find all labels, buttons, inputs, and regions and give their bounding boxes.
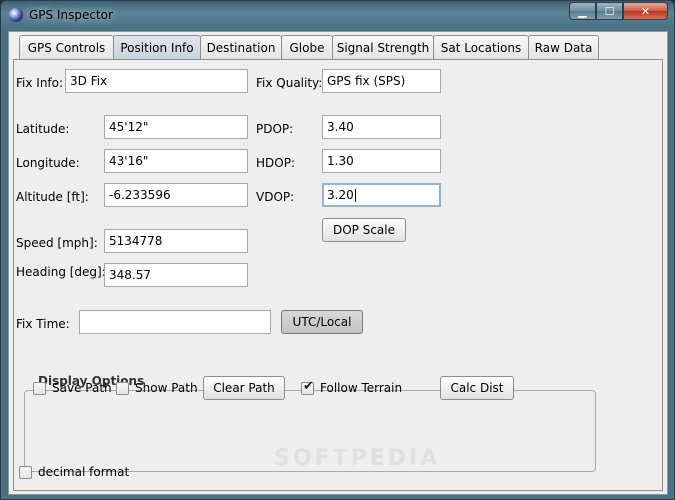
globe-icon (9, 8, 23, 22)
maximize-button[interactable]: ☐ (596, 2, 623, 20)
tab-globe[interactable]: Globe (281, 35, 333, 59)
pdop-field[interactable]: 3.40 (322, 115, 441, 139)
client-area: GPS Controls Position Info Destination G… (8, 31, 668, 495)
heading-field[interactable]: 348.57 (104, 263, 248, 287)
altitude-label: Altitude [ft]: (16, 190, 89, 204)
tab-position-info[interactable]: Position Info (113, 35, 201, 59)
follow-terrain-label[interactable]: Follow Terrain (320, 381, 402, 395)
follow-terrain-checkbox[interactable]: ✔ (301, 379, 314, 395)
window-title: GPS Inspector (29, 8, 113, 22)
heading-label: Heading [deg]: (16, 265, 106, 279)
vdop-field[interactable]: 3.20 (322, 183, 441, 207)
latitude-field[interactable]: 45'12" (104, 115, 248, 139)
tab-sat-locations[interactable]: Sat Locations (433, 35, 529, 59)
speed-label: Speed [mph]: (16, 236, 98, 250)
tab-gps-controls[interactable]: GPS Controls (19, 35, 114, 59)
decimal-format-checkbox[interactable] (19, 466, 32, 479)
minimize-icon: ▁ (578, 4, 587, 18)
clear-path-button[interactable]: Clear Path (203, 376, 285, 400)
calc-dist-button[interactable]: Calc Dist (440, 376, 514, 400)
tab-destination[interactable]: Destination (200, 35, 282, 59)
dop-scale-button[interactable]: DOP Scale (322, 218, 406, 242)
checkmark-icon: ✔ (303, 379, 314, 394)
fix-time-label: Fix Time: (16, 317, 70, 331)
show-path-label[interactable]: Show Path (135, 381, 198, 395)
window-controls: ▁ ☐ ✕ (569, 2, 668, 20)
text-caret (354, 189, 356, 202)
decimal-format-label[interactable]: decimal format (38, 465, 129, 479)
speed-field[interactable]: 5134778 (104, 229, 248, 253)
app-window: GPS Inspector ▁ ☐ ✕ GPS Controls Positio… (0, 0, 675, 500)
hdop-field[interactable]: 1.30 (322, 149, 441, 173)
tab-raw-data[interactable]: Raw Data (528, 35, 599, 59)
close-icon: ✕ (640, 4, 651, 18)
altitude-field[interactable]: -6.233596 (104, 183, 248, 207)
save-path-checkbox[interactable] (33, 382, 46, 395)
vdop-value: 3.20 (327, 188, 354, 202)
fix-time-field[interactable] (79, 310, 271, 334)
vdop-label: VDOP: (256, 190, 295, 204)
latitude-label: Latitude: (16, 122, 70, 136)
utc-local-button[interactable]: UTC/Local (281, 310, 363, 334)
show-path-checkbox[interactable] (116, 382, 129, 395)
save-path-label[interactable]: Save Path (52, 381, 112, 395)
minimize-button[interactable]: ▁ (569, 2, 596, 20)
tab-strip: GPS Controls Position Info Destination G… (19, 35, 599, 59)
pdop-label: PDOP: (256, 122, 294, 136)
maximize-icon: ☐ (604, 4, 615, 18)
title-bar[interactable]: GPS Inspector ▁ ☐ ✕ (1, 1, 674, 29)
position-info-panel: Fix Info: 3D Fix Fix Quality: GPS fix (S… (13, 59, 663, 491)
fix-info-field[interactable]: 3D Fix (65, 69, 248, 93)
fix-info-label: Fix Info: (16, 76, 64, 90)
longitude-field[interactable]: 43'16" (104, 149, 248, 173)
fix-quality-label: Fix Quality: (256, 76, 323, 90)
watermark: SOFTPEDIA (274, 446, 441, 471)
hdop-label: HDOP: (256, 156, 295, 170)
tab-signal-strength[interactable]: Signal Strength (332, 35, 434, 59)
longitude-label: Longitude: (16, 156, 80, 170)
close-button[interactable]: ✕ (623, 2, 668, 20)
fix-quality-field[interactable]: GPS fix (SPS) (322, 69, 441, 93)
